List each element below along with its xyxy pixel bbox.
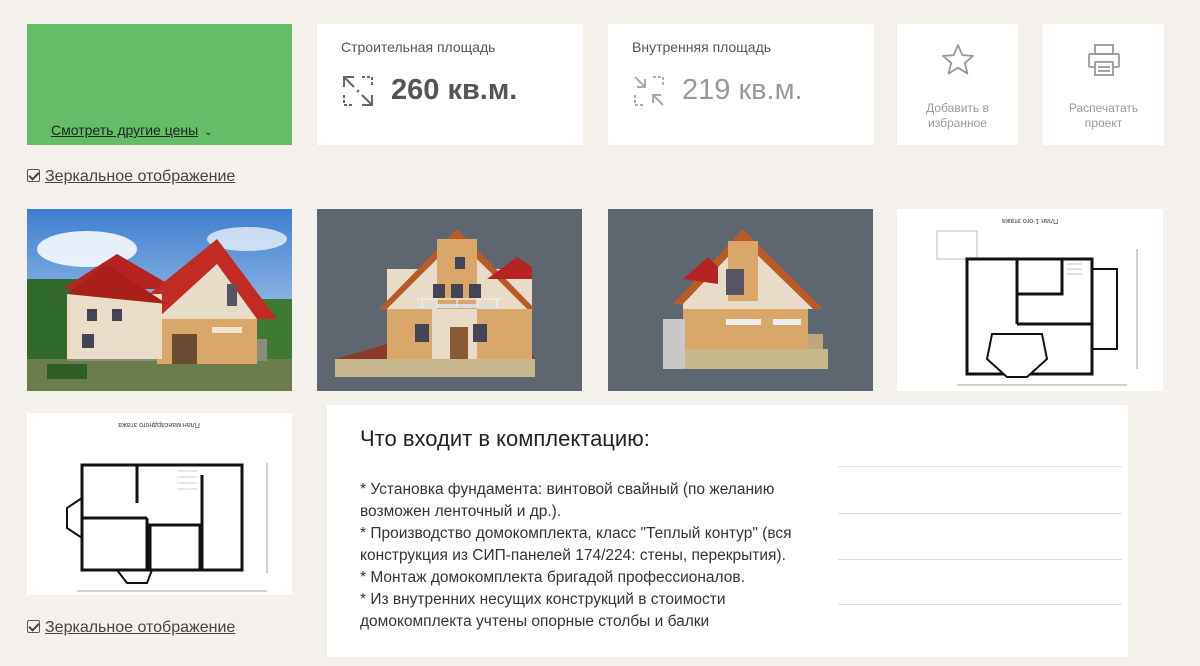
first-floor-plan[interactable]: План 1-ого этажа bbox=[897, 209, 1163, 391]
house-render-perspective[interactable] bbox=[27, 209, 292, 391]
price-box: Смотреть другие цены ⌄ bbox=[27, 24, 292, 145]
list-item: * Производство домокомплекта, класс "Теп… bbox=[360, 525, 792, 564]
house-facade-front[interactable] bbox=[317, 209, 582, 391]
other-prices-link[interactable]: Смотреть другие цены ⌄ bbox=[51, 122, 213, 138]
inner-area-label: Внутренняя площадь bbox=[632, 39, 772, 55]
printer-icon bbox=[1088, 44, 1120, 76]
building-area-value: 260 кв.м. bbox=[391, 74, 518, 106]
first-floor-plan-title: План 1-ого этажа bbox=[1002, 217, 1058, 224]
divider bbox=[838, 466, 1122, 467]
building-area-label: Строительная площадь bbox=[341, 39, 496, 55]
star-icon bbox=[942, 44, 974, 75]
add-to-favorites-label: Добавить в избранное bbox=[926, 101, 989, 130]
expand-arrows-icon bbox=[343, 76, 373, 106]
print-project-button[interactable]: Распечатать проект bbox=[1043, 24, 1164, 145]
package-contents-title: Что входит в комплектацию: bbox=[360, 426, 650, 451]
inner-area-value: 219 кв.м. bbox=[682, 74, 803, 106]
divider bbox=[838, 604, 1122, 605]
package-contents-list: * Установка фундамента: винтовой свайный… bbox=[360, 479, 840, 633]
building-area-card: Строительная площадь 260 кв.м. bbox=[317, 24, 583, 145]
attic-floor-plan-title: План мансардного этажа bbox=[118, 421, 200, 428]
list-item: * Установка фундамента: винтовой свайный… bbox=[360, 481, 775, 520]
list-item: * Монтаж домокомплекта бригадой професси… bbox=[360, 569, 745, 586]
divider bbox=[838, 513, 1122, 514]
print-project-label: Распечатать проект bbox=[1068, 101, 1139, 130]
package-contents-panel: Что входит в комплектацию: * Установка ф… bbox=[327, 405, 1128, 657]
attic-floor-plan[interactable]: План мансардного этажа bbox=[27, 413, 292, 595]
add-to-favorites-button[interactable]: Добавить в избранное bbox=[897, 24, 1018, 145]
mirror-toggle-bottom[interactable]: Зеркальное отображение bbox=[27, 619, 235, 637]
collapse-arrows-icon bbox=[634, 76, 664, 106]
mirror-toggle-top[interactable]: Зеркальное отображение bbox=[27, 168, 235, 186]
house-facade-side[interactable] bbox=[608, 209, 873, 391]
checkbox-checked-icon bbox=[27, 169, 40, 182]
chevron-down-icon: ⌄ bbox=[204, 127, 213, 138]
divider bbox=[838, 559, 1122, 560]
list-item: * Из внутренних несущих конструкций в ст… bbox=[360, 591, 726, 630]
checkbox-checked-icon bbox=[27, 620, 40, 633]
inner-area-card: Внутренняя площадь 219 кв.м. bbox=[608, 24, 874, 145]
